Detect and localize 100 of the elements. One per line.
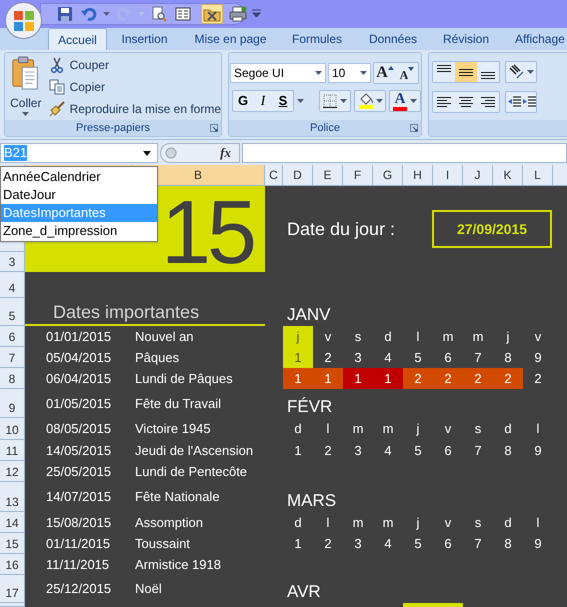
row-header[interactable]: 17 [0, 575, 24, 603]
day-cell-text: 7 [473, 534, 483, 553]
align-bottom-icon [481, 72, 495, 79]
weekday-cell-text: m [472, 328, 484, 346]
row-header[interactable]: 9 [0, 389, 24, 418]
font-size-field[interactable]: 10 [328, 63, 371, 83]
printer-icon[interactable] [227, 4, 249, 24]
column-header[interactable]: L [523, 165, 553, 185]
week-cell: 2 [433, 368, 463, 389]
font-name-field[interactable]: Segoe UI [230, 63, 326, 83]
row-header[interactable]: 12 [0, 461, 24, 482]
paste-button[interactable]: Coller [9, 54, 43, 116]
column-header[interactable]: F [343, 165, 373, 185]
date-cell-text: 01/05/2015 [46, 394, 112, 413]
row-header[interactable]: 14 [0, 512, 24, 533]
column-header[interactable]: H [403, 165, 433, 185]
ribbon-tab[interactable]: Insertion [107, 28, 182, 50]
week-cell: 2 [463, 368, 493, 389]
name-list-item[interactable]: Zone_d_impression [1, 222, 157, 240]
bold-button[interactable]: G [233, 91, 253, 111]
day-cell-text: 4 [383, 348, 393, 367]
column-header[interactable]: C [265, 165, 283, 185]
font-color-button[interactable]: A [389, 90, 421, 112]
copy-button[interactable]: Copier [48, 76, 221, 98]
column-header[interactable]: D [283, 165, 313, 185]
row-header[interactable]: 7 [0, 347, 24, 368]
date-cell-text: 25/12/2015 [46, 580, 112, 598]
day-cell-text: 9 [533, 442, 543, 460]
save-icon[interactable] [55, 4, 75, 24]
align-button[interactable] [455, 62, 477, 82]
ribbon-tab[interactable]: Affichage [501, 28, 567, 50]
underline-button[interactable]: S [273, 91, 293, 111]
month-title: JANV [287, 304, 330, 326]
dialog-launcher-icon[interactable] [410, 124, 418, 132]
weekday-cell-text: v [444, 514, 452, 532]
clipboard-icon [10, 56, 41, 90]
dialog-launcher-icon[interactable] [210, 124, 218, 132]
row-header[interactable]: 5 [0, 298, 24, 326]
tools-icon[interactable] [201, 4, 223, 24]
weekday-cell-text: j [415, 514, 420, 532]
insert-function-button[interactable]: fx [220, 143, 231, 163]
fill-color-button[interactable] [354, 90, 386, 112]
weekday-cell-text: d [503, 514, 513, 532]
caret-icon [410, 99, 417, 103]
ribbon-tab[interactable]: Formules [279, 28, 355, 50]
row-header[interactable]: 11 [0, 440, 24, 461]
date-cell-text: 05/04/2015 [46, 348, 112, 367]
orientation-button[interactable] [505, 61, 537, 83]
day-cell-text: 5 [413, 534, 423, 553]
italic-button[interactable]: I [253, 91, 273, 111]
format-painter-button[interactable]: Reproduire la mise en forme [48, 98, 221, 120]
weekday-cell-text: d [293, 514, 303, 532]
name-list-item[interactable]: DateJour [1, 186, 157, 204]
column-header[interactable]: I [433, 165, 463, 185]
ribbon-tab[interactable]: Révision [431, 28, 501, 50]
row-header[interactable]: 15 [0, 533, 24, 554]
day-cell-text: 8 [503, 534, 513, 553]
row-header[interactable]: 10 [0, 418, 24, 440]
align-left-icon [436, 94, 452, 110]
row-header[interactable]: 13 [0, 482, 24, 512]
weekday-cell-text: m [442, 328, 454, 346]
ribbon-tab[interactable]: Données [355, 28, 431, 50]
paint-bucket-icon [358, 93, 374, 109]
day-cell-text: 8 [503, 348, 513, 367]
holiday-name: Noël [135, 580, 162, 598]
holiday-name: Fête du Travail [135, 394, 221, 413]
row-header[interactable]: 3 [0, 252, 24, 272]
date-cell-text: 14/05/2015 [46, 442, 112, 460]
weekday-cell-text: l [326, 420, 330, 438]
ribbon-tab[interactable]: Mise en page [182, 28, 279, 50]
formula-input[interactable] [242, 143, 567, 163]
weekday-cell-text: m [352, 514, 364, 532]
weekday-cell-text: l [536, 420, 540, 438]
row-header[interactable]: 8 [0, 368, 24, 389]
day-cell-text: 3 [353, 442, 363, 460]
column-header[interactable]: K [493, 165, 523, 185]
grow-font-button[interactable]: A [374, 63, 396, 83]
column-header[interactable]: J [463, 165, 493, 185]
ribbon-tab[interactable]: Accueil [48, 28, 107, 50]
day-cell-text: 6 [443, 534, 453, 553]
customize-toolbar-icon[interactable] [252, 9, 261, 17]
day-cell-text: 5 [413, 348, 423, 367]
dropdown-arrow-icon[interactable] [143, 150, 151, 156]
cut-button[interactable]: Couper [48, 54, 221, 76]
borders-button[interactable] [319, 90, 351, 112]
day-cell: 1 [283, 347, 313, 368]
row-header[interactable]: 16 [0, 554, 24, 575]
holiday-name: Assomption [135, 514, 203, 532]
caret-icon [340, 99, 347, 103]
triangle-down-icon [408, 67, 414, 71]
column-header[interactable]: G [373, 165, 403, 185]
caret-icon [376, 99, 382, 103]
column-header[interactable]: E [313, 165, 343, 185]
row-header[interactable]: 6 [0, 326, 24, 347]
holiday-name: Victoire 1945 [135, 420, 211, 438]
weekday-cell-text: m [382, 514, 394, 532]
shrink-font-button[interactable]: A [396, 63, 418, 83]
month-title: AVR [287, 581, 321, 603]
row-header[interactable]: 4 [0, 272, 24, 298]
day-cell-text: 6 [443, 442, 453, 460]
